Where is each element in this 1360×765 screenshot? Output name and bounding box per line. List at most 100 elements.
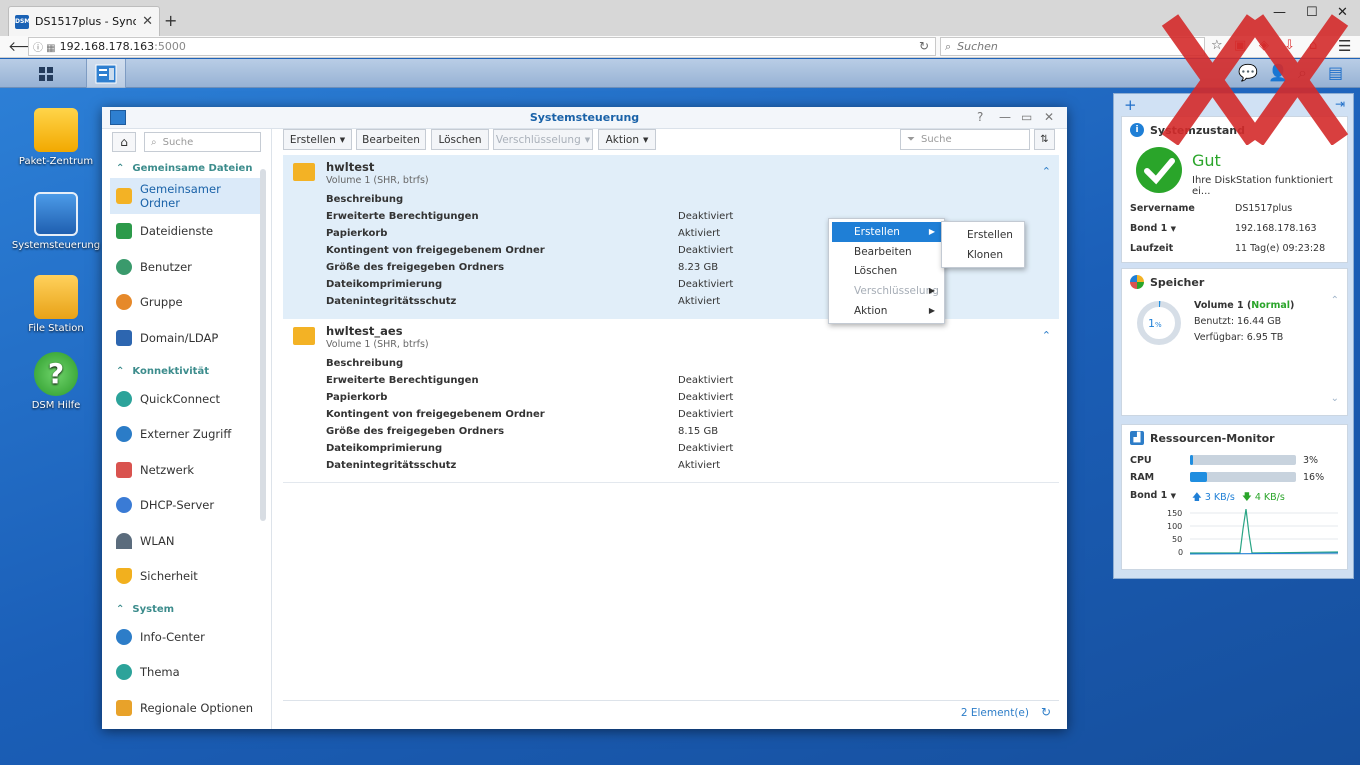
sidebar-item-external-access[interactable]: Externer Zugriff [110,416,260,452]
sidebar-section-system[interactable]: ⌃ System [116,604,174,615]
context-menu-item-encryption[interactable]: Verschlüsselung ▶ [832,281,941,301]
sidebar-item-security[interactable]: Sicherheit [110,558,260,594]
close-tab-icon[interactable]: ✕ [142,14,153,29]
prop-value: Deaktiviert [678,245,734,256]
chevron-up-icon: ⌃ [116,604,125,615]
network-bond-selector[interactable]: Bond 1 ▼ [1130,490,1176,501]
sidebar-item-network[interactable]: Netzwerk [110,452,260,488]
sidebar-item-wlan[interactable]: WLAN [110,523,260,559]
widget-resource-monitor: ▟ Ressourcen-Monitor CPU 3% RAM 16% Bond … [1121,424,1348,570]
filter-search-input[interactable]: ⏷ Suche [900,129,1030,150]
context-menu-item-delete[interactable]: Löschen [832,261,941,281]
widgets-icon[interactable]: ▤ [1328,63,1343,82]
sidebar-item-quickconnect[interactable]: QuickConnect [110,381,260,417]
chevron-down-icon[interactable]: ⌄ [1331,393,1339,404]
desktop-icon-control-panel[interactable]: Systemsteuerung [6,192,106,251]
file-station-icon [34,275,78,319]
sidebar-item-user[interactable]: Benutzer [110,249,260,285]
prop-label: Beschreibung [326,194,404,205]
context-submenu: Erstellen Klonen [941,221,1025,268]
action-button[interactable]: Aktion ▼ [598,129,656,150]
sidebar-section-connectivity[interactable]: ⌃ Konnektivität [116,366,209,377]
chevron-up-icon[interactable]: ⌃ [1331,295,1339,306]
section-label: Gemeinsame Dateien [132,163,253,174]
sidebar-item-file-services[interactable]: Dateidienste [110,213,260,249]
close-icon[interactable]: ✕ [1044,110,1054,124]
pocket-icon[interactable]: ◈ [1259,38,1269,53]
download-icon[interactable]: ⇩ [1284,38,1295,53]
sidebar-item-dhcp-server[interactable]: DHCP-Server [110,487,260,523]
network-traffic-line [1190,509,1338,554]
sidebar-scrollbar[interactable] [260,169,266,521]
cpu-bar [1190,455,1296,465]
sort-button[interactable]: ⇅ [1034,129,1055,150]
domain-icon [116,330,132,346]
hamburger-menu-icon[interactable]: ☰ [1338,37,1351,55]
chevron-up-icon[interactable]: ⌃ [1042,165,1051,178]
dhcp-icon [116,497,132,513]
shield-icon [116,568,132,584]
storage-available: Verfügbar: 6.95 TB [1194,332,1284,343]
share-volume: Volume 1 (SHR, btrfs) [326,339,429,350]
widget-title: ▟ Ressourcen-Monitor [1130,431,1275,445]
sidebar-item-group[interactable]: Gruppe [110,284,260,320]
context-menu: Erstellen ▶ Bearbeiten Löschen Verschlüss… [828,218,945,324]
context-menu-item-action[interactable]: Aktion ▶ [832,301,941,321]
sidebar-item-label: Info-Center [140,630,205,644]
url-field[interactable]: ⓘ ▦ 192.168.178.163:5000 ↻ [28,37,936,56]
context-menu-item-create[interactable]: Erstellen ▶ [832,222,941,242]
minimize-icon[interactable]: — [999,110,1011,124]
library-icon[interactable]: ▣ [1234,38,1246,53]
edit-button[interactable]: Bearbeiten [356,129,426,150]
context-menu-item-edit[interactable]: Bearbeiten [832,242,941,262]
sidebar-item-info-center[interactable]: Info-Center [110,619,260,655]
sidebar-item-domain-ldap[interactable]: Domain/LDAP [110,320,260,356]
minimize-icon[interactable]: — [1273,5,1286,20]
add-widget-icon[interactable]: + [1124,96,1137,114]
submenu-item-create[interactable]: Erstellen [945,225,1021,245]
desktop-icon-dsm-help[interactable]: ? DSM Hilfe [6,352,106,411]
desktop-icon-label: Paket-Zentrum [18,156,94,167]
home-icon[interactable]: ⌂ [1309,38,1317,53]
user-icon[interactable]: 👤 [1268,63,1288,82]
user-icon [116,259,132,275]
sidebar-search-input[interactable]: ⌕ Suche [144,132,261,152]
taskbar-control-panel-button[interactable] [86,59,126,88]
info-icon [116,629,132,645]
desktop-icon-file-station[interactable]: File Station [6,275,106,334]
share-row-hwltest-aes[interactable]: hwltest_aes Volume 1 (SHR, btrfs) ⌃ Besc… [283,319,1059,483]
chevron-up-icon[interactable]: ⌃ [1042,329,1051,342]
chat-icon[interactable]: 💬 [1238,63,1258,82]
desktop-icon-package-center[interactable]: Paket-Zentrum [6,108,106,167]
new-tab-icon[interactable]: + [164,11,177,30]
delete-button[interactable]: Löschen [431,129,489,150]
resource-monitor-icon: ▟ [1130,431,1144,445]
browser-tab[interactable]: DSM DS1517plus - Synology Disk ✕ [8,6,160,36]
sidebar-section-shared-files[interactable]: ⌃ Gemeinsame Dateien [116,163,252,174]
bookmark-star-icon[interactable]: ☆ [1211,38,1223,53]
dropdown-arrow-icon: ▼ [643,135,649,144]
maximize-icon[interactable]: ☐ [1306,5,1318,20]
pin-panel-icon[interactable]: ⇥ [1335,97,1345,111]
browser-search-field[interactable]: ⌕ Suchen [940,37,1205,56]
submenu-item-clone[interactable]: Klonen [945,245,1021,265]
main-menu-button[interactable] [26,59,66,88]
search-icon[interactable]: ⌕ [1298,63,1307,83]
bond-label[interactable]: Bond 1 ▼ [1130,223,1176,234]
help-icon[interactable]: ? [977,110,983,124]
upload-arrow-icon: 🡅 [1192,492,1202,503]
sidebar-item-regional-options[interactable]: Regionale Optionen [110,690,260,726]
encryption-button[interactable]: Verschlüsselung ▼ [493,129,593,150]
create-button[interactable]: Erstellen ▼ [283,129,352,150]
site-info-icon[interactable]: ⓘ ▦ [33,39,56,54]
reload-icon[interactable]: ↻ [919,39,929,53]
home-button[interactable]: ⌂ [112,132,136,152]
close-window-icon[interactable]: ✕ [1337,5,1348,20]
search-icon: ⌕ [151,136,157,148]
sidebar-item-theme[interactable]: Thema [110,654,260,690]
prop-label: Größe des freigegeben Ordners [326,262,505,273]
refresh-icon[interactable]: ↻ [1041,705,1051,719]
maximize-icon[interactable]: ▭ [1021,110,1032,124]
sidebar-item-shared-folder[interactable]: Gemeinsamer Ordner [110,178,260,214]
chart-tick: 50 [1172,535,1183,544]
